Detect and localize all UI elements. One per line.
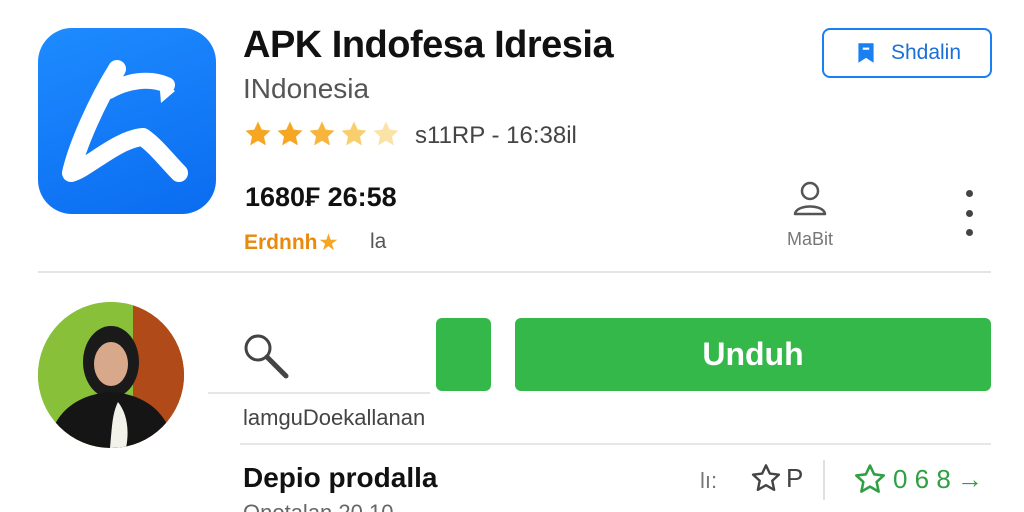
rating-text: s11RP - 16:38il: [415, 122, 577, 149]
star-outline-icon: [751, 464, 781, 492]
person-icon: [793, 181, 827, 216]
action-caption: lamguDoekallanan: [243, 405, 426, 430]
download-button[interactable]: Unduh: [515, 318, 991, 391]
app-meta-value: 1680₣ 26:58: [245, 182, 397, 212]
star-icon: [341, 121, 367, 146]
rate-button[interactable]: P: [750, 462, 803, 494]
profile-button[interactable]: MaBit: [780, 178, 840, 250]
rate-label: P: [786, 462, 804, 493]
star-outline-icon: [854, 464, 886, 493]
bookmark-icon: [858, 43, 874, 63]
badge-star-icon: ★: [319, 232, 338, 254]
star-icon: [277, 121, 303, 146]
divider: [240, 443, 991, 445]
list-item-meta: lı:: [700, 468, 718, 493]
more-vertical-icon[interactable]: [958, 190, 980, 236]
badge-suffix: la: [370, 230, 387, 253]
signin-label: Shdalin: [890, 41, 962, 64]
search-icon[interactable]: [240, 330, 292, 382]
star-icon: [309, 121, 335, 146]
app-subtitle: INdonesia: [243, 73, 370, 104]
green-rating-value: 0 6 8: [893, 463, 951, 494]
app-title: APK Indofesa Idresia: [243, 24, 614, 66]
profile-label: MaBit: [786, 229, 833, 249]
app-logo-icon: [38, 28, 216, 214]
arrow-right-icon: →: [956, 463, 983, 494]
rating-stars: [243, 119, 401, 149]
divider: [38, 271, 991, 273]
secondary-action-button[interactable]: [436, 318, 491, 391]
editor-badge: Erdnnh ★: [244, 230, 337, 255]
badge-label: Erdnnh: [244, 230, 318, 254]
star-icon: [373, 121, 399, 146]
avatar: [38, 302, 184, 448]
vertical-divider: [823, 460, 825, 500]
star-icon: [245, 121, 271, 146]
list-item-subtitle: Onotalan 20 10: [243, 500, 393, 512]
search-underline: [208, 392, 430, 394]
green-rating-link[interactable]: 0 6 8 →: [853, 462, 983, 496]
signin-button[interactable]: Shdalin: [822, 28, 992, 78]
list-item-title[interactable]: Depio prodalla: [243, 462, 437, 494]
